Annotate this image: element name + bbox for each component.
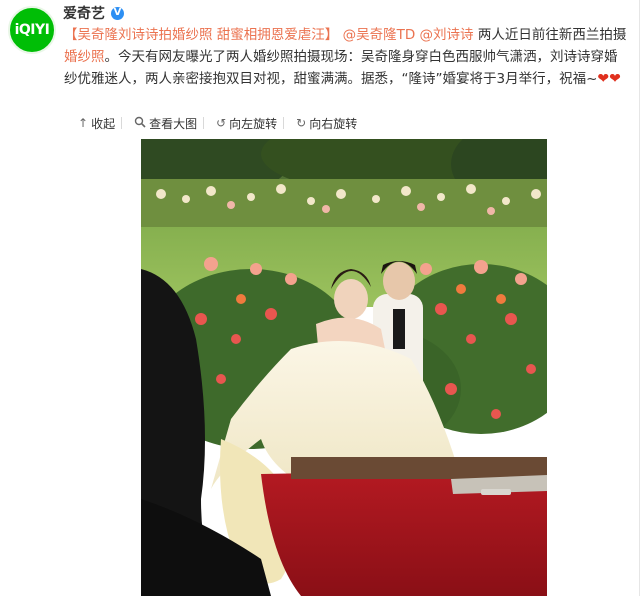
post-text-segment-2: 。今天有网友曝光了两人婚纱照拍摄现场：吴奇隆身穿白色西服帅气潇洒，刘诗诗穿婚纱优… [64, 49, 618, 87]
rotate-right-label: 向右旋转 [309, 116, 358, 131]
wedding-photo-link[interactable]: 婚纱照 [64, 49, 105, 65]
image-toolbar: ↑ 收起 查看大图 ↺ 向左旋转 ↻ 向右旋转 [64, 112, 624, 134]
post-body: 【吴奇隆刘诗诗拍婚纱照 甜蜜相拥恩爱虐汪】 @吴奇隆TD @刘诗诗 两人近日前往… [64, 24, 630, 90]
user-avatar[interactable]: iQIYI [8, 6, 56, 54]
view-large-label: 查看大图 [149, 116, 198, 131]
view-large-button[interactable]: 查看大图 [122, 115, 203, 132]
rotate-left-icon: ↺ [216, 116, 227, 130]
mention-link-wuqilong[interactable]: @吴奇隆TD [343, 27, 416, 43]
verified-icon: V [111, 6, 124, 20]
weibo-post-card: iQIYI 爱奇艺 V 【吴奇隆刘诗诗拍婚纱照 甜蜜相拥恩爱虐汪】 @吴奇隆TD… [0, 0, 640, 596]
wedding-photo-illustration [141, 139, 547, 596]
hashtag-link[interactable]: 【吴奇隆刘诗诗拍婚纱照 甜蜜相拥恩爱虐汪】 [64, 27, 338, 43]
collapse-button[interactable]: ↑ 收起 [64, 115, 121, 132]
arrow-up-icon: ↑ [78, 116, 89, 130]
username-row: 爱奇艺 V [63, 4, 124, 22]
collapse-label: 收起 [91, 116, 116, 131]
rotate-left-button[interactable]: ↺ 向左旋转 [204, 115, 283, 132]
heart-icon: ❤❤ [597, 71, 621, 87]
post-photo[interactable] [141, 139, 547, 596]
username[interactable]: 爱奇艺 [63, 3, 105, 23]
rotate-left-label: 向左旋转 [229, 116, 278, 131]
mention-link-liushishi[interactable]: @刘诗诗 [420, 27, 474, 43]
magnifier-icon [134, 116, 146, 131]
post-text-segment-1: 两人近日前往新西兰拍摄 [477, 27, 627, 43]
iqiyi-logo: iQIYI [14, 22, 50, 38]
rotate-right-icon: ↻ [296, 116, 307, 130]
rotate-right-button[interactable]: ↻ 向右旋转 [284, 115, 363, 132]
